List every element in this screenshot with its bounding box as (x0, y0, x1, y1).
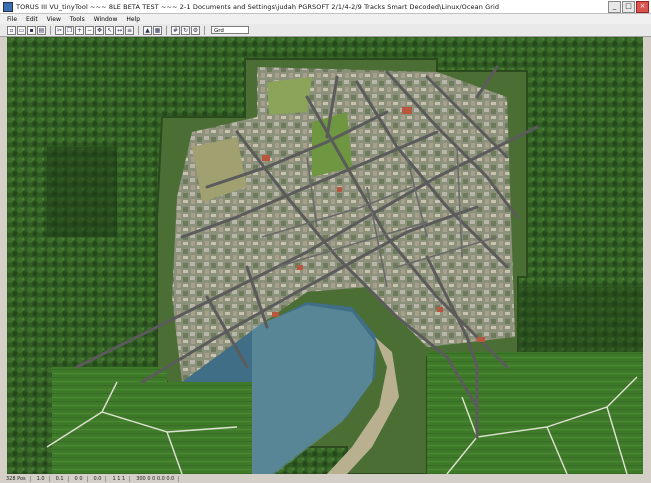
save-icon[interactable]: ▪ (27, 25, 36, 35)
toolbar-separator (50, 25, 51, 35)
new-icon[interactable]: ▫ (7, 25, 16, 35)
status-cell: 1 1 1 (112, 476, 131, 482)
menu-tools[interactable]: Tools (70, 16, 85, 23)
layer-icon[interactable]: ≡ (125, 25, 134, 35)
pan-icon[interactable]: ✥ (95, 25, 104, 35)
menu-window[interactable]: Window (94, 16, 118, 23)
zoom-in-icon[interactable]: + (75, 25, 84, 35)
select-icon[interactable]: ↖ (105, 25, 114, 35)
toolbar-separator (166, 25, 167, 35)
app-icon (3, 1, 13, 12)
menu-edit[interactable]: Edit (26, 16, 38, 23)
status-bar: 328 Pos 1.0 0.1 0 0 0.0 1 1 1 300 0 0 0.… (0, 475, 651, 483)
status-cell: 0 0 (75, 476, 88, 482)
window-controls: _ □ × (608, 1, 649, 13)
grid-icon[interactable]: # (171, 25, 180, 35)
menu-bar: File Edit View Tools Window Help (0, 14, 651, 24)
forest-shadow (47, 147, 117, 237)
cut-icon[interactable]: ✂ (55, 25, 64, 35)
toolbar-separator (138, 25, 139, 35)
copy-icon[interactable]: ❐ (65, 25, 74, 35)
refresh-icon[interactable]: ↻ (181, 25, 190, 35)
toolbar-separator (204, 25, 205, 35)
status-cell: 328 Pos (6, 476, 31, 482)
grid-select[interactable]: Grd (211, 26, 249, 34)
map-viewport[interactable] (7, 37, 643, 474)
minimize-button[interactable]: _ (608, 1, 621, 13)
status-cell: 0.0 (94, 476, 107, 482)
open-icon[interactable]: ▭ (17, 25, 26, 35)
zoom-out-icon[interactable]: − (85, 25, 94, 35)
menu-view[interactable]: View (47, 16, 61, 23)
measure-icon[interactable]: ↔ (115, 25, 124, 35)
menu-file[interactable]: File (7, 16, 17, 23)
window-titlebar: TORUS III VU_tinyTool ~~~ 8LE BETA TEST … (0, 0, 651, 14)
maximize-button[interactable]: □ (622, 1, 635, 13)
status-cell: 0.1 (56, 476, 69, 482)
grass-field (427, 352, 643, 474)
print-icon[interactable]: ▤ (37, 25, 46, 35)
sports-field (267, 77, 312, 115)
menu-help[interactable]: Help (126, 16, 140, 23)
settings-icon[interactable]: ⚙ (191, 25, 200, 35)
grass-field (167, 382, 252, 474)
terrain-render[interactable] (7, 37, 643, 474)
toolbar: ▫ ▭ ▪ ▤ ✂ ❐ + − ✥ ↖ ↔ ≡ ▲ ▦ # ↻ ⚙ Grd (0, 24, 651, 37)
grass-field (52, 367, 167, 474)
status-cell: 300 0 0 0.0 0.0 (136, 476, 180, 482)
close-button[interactable]: × (636, 1, 649, 13)
terrain-icon[interactable]: ▲ (143, 25, 152, 35)
status-cell: 1.0 (37, 476, 50, 482)
window-title: TORUS III VU_tinyTool ~~~ 8LE BETA TEST … (16, 2, 500, 11)
texture-icon[interactable]: ▦ (153, 25, 162, 35)
